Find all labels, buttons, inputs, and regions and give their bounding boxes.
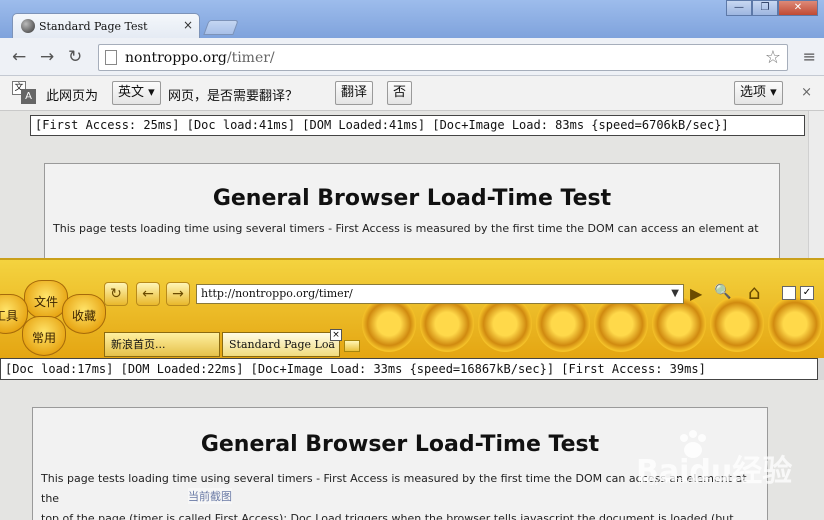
file-menu-label: 文件 — [33, 295, 58, 309]
translate-infobar: 文 A 此网页为 英文 ▾ 网页，是否需要翻译？ 翻译 否 选项 ▾ × — [0, 76, 824, 111]
skin-ornament — [420, 296, 474, 352]
language-select[interactable]: 英文 ▾ — [112, 81, 161, 105]
refresh-icon[interactable]: ↻ — [104, 282, 128, 306]
url-path: /timer/ — [226, 50, 275, 66]
translate-button[interactable]: 翻译 — [335, 81, 374, 105]
maximize-button[interactable]: ❐ — [752, 0, 778, 16]
timer-bar: [First Access: 25ms] [Doc load:41ms] [DO… — [30, 115, 805, 136]
tools-menu-label: 工具 — [0, 309, 18, 323]
scrollbar[interactable] — [808, 111, 824, 260]
timer-bar-2: [Doc load:17ms] [DOM Loaded:22ms] [Doc+I… — [0, 358, 818, 380]
window-close-button[interactable]: ✕ — [778, 0, 818, 16]
options-button[interactable]: 选项 ▾ — [734, 81, 783, 105]
page-title: General Browser Load-Time Test — [212, 186, 612, 211]
toggle-checkbox[interactable] — [782, 286, 796, 300]
skin-ornament — [536, 296, 590, 352]
browser-tab[interactable]: Standard Page Test × — [12, 13, 200, 39]
window-controls: — ❐ ✕ — [726, 0, 818, 16]
url-text: http://nontroppo.org/timer/ — [201, 287, 353, 300]
chevron-down-icon[interactable]: ▼ — [671, 285, 679, 303]
navigation-toolbar: ← → ↻ nontroppo.org/timer/ ☆ ≡ — [0, 38, 824, 76]
url-host: nontroppo.org — [125, 50, 227, 66]
watermark-subtext: jingyan.baidu.com — [638, 476, 722, 486]
back-arrow-icon[interactable]: ← — [12, 47, 26, 67]
forward-arrow-icon[interactable]: → — [166, 282, 190, 306]
reload-icon[interactable]: ↻ — [68, 47, 82, 67]
skin-ornament — [652, 296, 706, 352]
common-menu-button[interactable]: 常用 — [22, 316, 66, 356]
chrome-window: Standard Page Test × — ❐ ✕ ← → ↻ nontrop… — [0, 0, 824, 260]
skin-ornament — [594, 296, 648, 352]
second-browser-window: 文件 工具 收藏 常用 ↻ ← → http://nontroppo.org/t… — [0, 258, 824, 358]
tab-sina-home[interactable]: 新浪首页... — [104, 332, 220, 357]
page-icon — [105, 50, 117, 65]
tab-standard-page[interactable]: Standard Page Loa — [222, 332, 340, 357]
translate-icon: 文 A — [12, 81, 36, 104]
globe-favicon-icon — [21, 19, 35, 33]
new-tab-button[interactable] — [203, 20, 239, 35]
page-content: [First Access: 25ms] [Doc load:41ms] [DO… — [0, 111, 824, 260]
favorites-menu-label: 收藏 — [71, 309, 96, 323]
translate-icon-target: A — [21, 89, 36, 104]
infobar-question: 网页，是否需要翻译？ — [168, 89, 299, 104]
forward-arrow-icon[interactable]: → — [40, 47, 54, 67]
skin-ornament — [478, 296, 532, 352]
favorites-menu-button[interactable]: 收藏 — [62, 294, 106, 334]
common-menu-label: 常用 — [31, 331, 56, 345]
page-paragraph: This page tests loading time using sever… — [53, 222, 759, 235]
url-text[interactable]: nontroppo.org/timer/ — [125, 50, 275, 66]
menu-icon[interactable]: ≡ — [803, 47, 816, 66]
options-button-label: 选项 — [740, 85, 767, 100]
title-bar: Standard Page Test × — ❐ ✕ — [0, 0, 824, 39]
infobar-close-icon[interactable]: × — [801, 85, 812, 100]
back-arrow-icon[interactable]: ← — [136, 282, 160, 306]
bookmark-star-icon[interactable]: ☆ — [765, 47, 781, 68]
tab-title: Standard Page Test — [39, 20, 148, 33]
skin-ornament — [362, 296, 416, 352]
new-tab-button[interactable] — [344, 340, 360, 352]
go-icon[interactable]: ▶ — [690, 284, 702, 303]
tab-close-icon[interactable]: × — [330, 329, 342, 341]
address-bar[interactable]: http://nontroppo.org/timer/ ▼ — [196, 284, 684, 304]
skin-ornament — [768, 296, 822, 352]
minimize-button[interactable]: — — [726, 0, 752, 16]
decline-button[interactable]: 否 — [387, 81, 413, 105]
language-select-label: 英文 — [118, 85, 145, 100]
screenshot-caption: 当前截图 — [188, 488, 232, 504]
search-icon[interactable]: 🔍 — [714, 284, 731, 300]
page-paragraph-line-2: top of the page (timer is called First A… — [41, 512, 734, 520]
home-icon[interactable]: ⌂ — [748, 280, 761, 304]
page-panel: General Browser Load-Time Test This page… — [44, 163, 780, 260]
address-bar[interactable]: nontroppo.org/timer/ ☆ — [98, 44, 788, 71]
tab-close-icon[interactable]: × — [183, 18, 193, 32]
skin-ornament — [710, 296, 764, 352]
toggle-checkbox-checked[interactable]: ✓ — [800, 286, 814, 300]
watermark-logo: Baidu经验 jingyan.baidu.com — [636, 428, 816, 489]
infobar-prefix: 此网页为 — [46, 89, 99, 104]
